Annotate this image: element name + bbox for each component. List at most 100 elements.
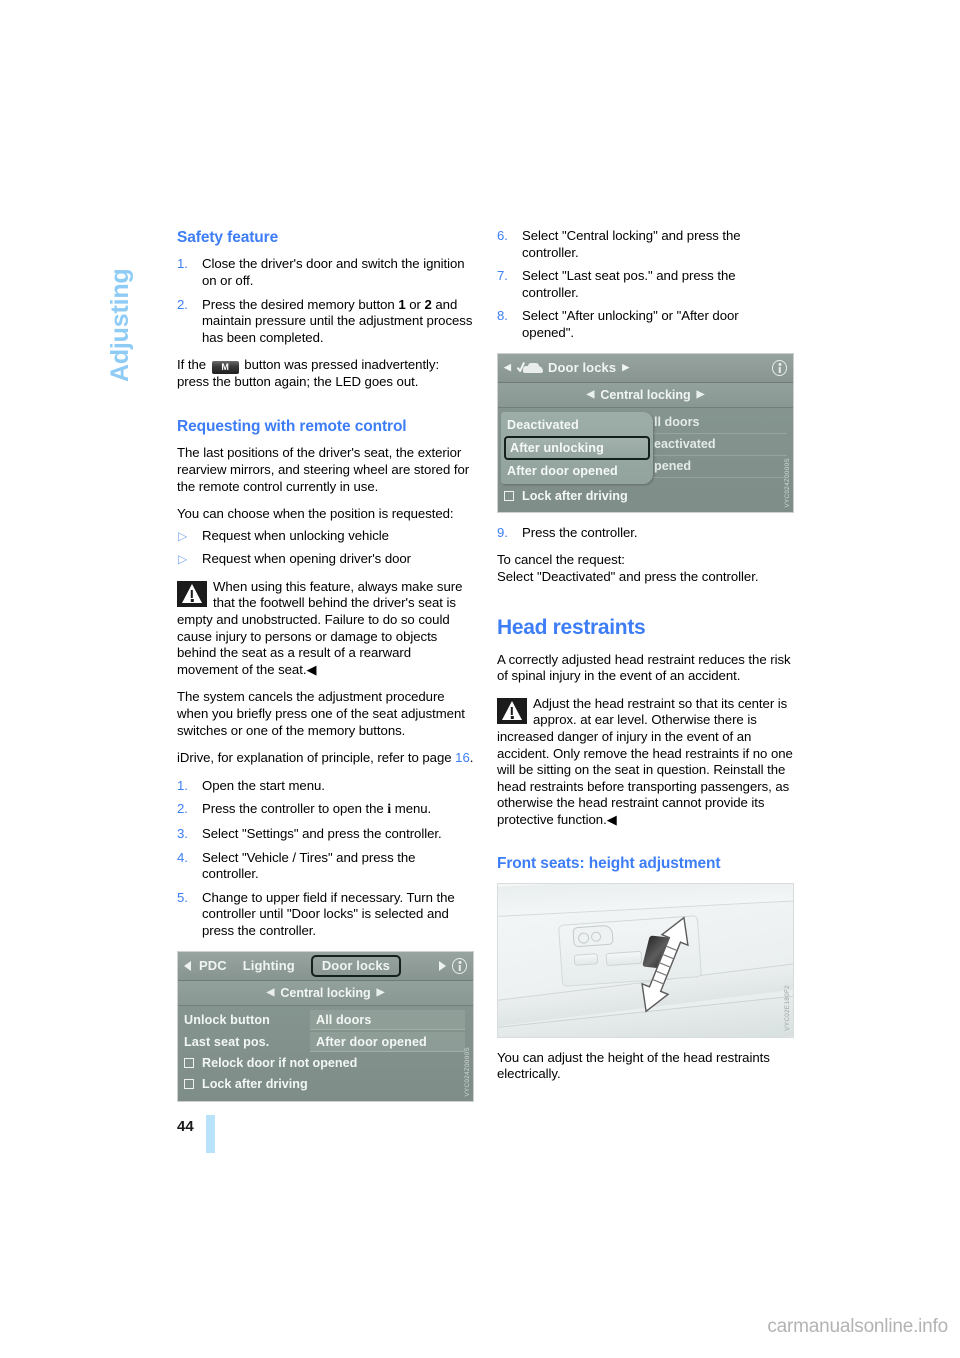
step-number: 5. xyxy=(177,889,188,905)
option-after-unlocking-selected[interactable]: After unlocking xyxy=(504,435,650,460)
cancel-line-1: To cancel the request: xyxy=(497,552,625,568)
chevron-right-icon: ▶ xyxy=(696,389,705,401)
idrive-steps-left: 1. Open the start menu. 2. Press the con… xyxy=(177,778,474,940)
heading-safety-feature: Safety feature xyxy=(177,229,279,246)
page-reference-link[interactable]: 16 xyxy=(455,750,470,765)
list-item: 4. Select "Vehicle / Tires" and press th… xyxy=(177,850,474,883)
seat-switch-right xyxy=(605,950,643,967)
heading-front-seats-height-adjustment: Front seats: height adjustment xyxy=(497,855,721,873)
background-values-column: ll doors eactivated pened xyxy=(650,412,787,478)
checkbox-lock-after-driving[interactable]: Lock after driving xyxy=(178,1074,473,1095)
checkbox-lock-after-driving[interactable]: Lock after driving xyxy=(498,486,793,507)
page-marker-bar xyxy=(206,1115,215,1153)
chevron-right-icon[interactable]: ▶ xyxy=(622,362,629,373)
idrive-steps-right: 6. Select "Central locking" and press th… xyxy=(497,228,794,342)
chevron-left-icon: ◀ xyxy=(586,389,595,401)
checkbox-icon[interactable] xyxy=(504,491,514,502)
checkbox-relock-door[interactable]: Relock door if not opened xyxy=(178,1053,473,1074)
step-text: Change to upper field if necessary. Turn… xyxy=(202,889,455,938)
idrive-screenshot-door-locks: PDC Lighting Door locks ◀ Central lockin… xyxy=(177,950,474,1102)
idrive-ref-text: iDrive, for explanation of principle, re… xyxy=(177,750,452,766)
cancel-request-block: To cancel the request: Select "Deactivat… xyxy=(497,552,794,585)
seat-shape-switch-icon xyxy=(572,924,614,948)
idrive-top-menu-bar: ◀ Door locks ▶ xyxy=(498,353,793,383)
table-row[interactable]: Unlock button All doors xyxy=(178,1009,473,1031)
idrive-submenu-central-locking[interactable]: ◀ Central locking ▶ xyxy=(178,980,473,1006)
cancel-line-2: Select "Deactivated" and press the contr… xyxy=(497,568,759,584)
bullet-text: Request when opening driver's door xyxy=(202,551,412,567)
step-text-after: menu. xyxy=(394,801,432,817)
step-text-before: Press the controller to open the xyxy=(202,801,384,817)
row-label: Last seat pos. xyxy=(184,1034,270,1049)
car-check-icon xyxy=(517,361,544,374)
end-marker: ◀ xyxy=(306,661,317,677)
step-number: 6. xyxy=(497,228,508,243)
step-number: 2. xyxy=(177,801,188,817)
list-item: 8. Select "After unlocking" or "After do… xyxy=(497,308,794,341)
idrive-settings-rows: Unlock button All doors Last seat pos. A… xyxy=(178,1006,473,1101)
step-number: 2. xyxy=(177,296,188,312)
left-column: Safety feature 1. Close the driver's doo… xyxy=(177,228,474,1114)
list-item: 6. Select "Central locking" and press th… xyxy=(497,228,794,261)
chevron-left-icon[interactable]: ◀ xyxy=(504,362,511,373)
checkbox-label: Lock after driving xyxy=(202,1077,308,1092)
chapter-tab-label: Adjusting xyxy=(106,268,134,382)
step-text: Select "Vehicle / Tires" and press the c… xyxy=(202,849,416,882)
checkbox-label: Relock door if not opened xyxy=(202,1056,358,1071)
row-value[interactable]: All doors xyxy=(310,1009,465,1030)
menu-tab-door-locks-selected[interactable]: Door locks xyxy=(310,954,401,977)
head-restraints-intro: A correctly adjusted head restraint redu… xyxy=(497,651,791,684)
idrive-reference: iDrive, for explanation of principle, re… xyxy=(177,750,474,767)
seat-switch-left xyxy=(573,953,599,966)
remote-control-intro: The last positions of the driver's seat,… xyxy=(177,445,470,494)
list-item: 2. Press the controller to open the i me… xyxy=(177,801,474,819)
info-person-icon[interactable] xyxy=(772,359,787,376)
menu-tab-pdc[interactable]: PDC xyxy=(199,958,227,973)
memory-button-note: If the M button was pressed inadvertentl… xyxy=(177,357,474,391)
step-number: 3. xyxy=(177,826,188,841)
step-9-list: 9. Press the controller. xyxy=(497,525,794,542)
step-text: Close the driver's door and switch the i… xyxy=(202,256,465,288)
warning-head-restraint: Adjust the head restraint so that its ce… xyxy=(497,696,794,829)
choose-lead-text: You can choose when the position is requ… xyxy=(177,506,454,522)
step-text: Press the controller. xyxy=(522,524,638,540)
step-number: 7. xyxy=(497,268,508,284)
memory-button-icon: M xyxy=(211,361,239,375)
info-person-icon[interactable] xyxy=(452,957,467,974)
step-number: 8. xyxy=(497,308,508,324)
manual-page: Adjusting Safety feature 1. Close the dr… xyxy=(0,0,960,1358)
triangle-right-icon: ▷ xyxy=(178,552,188,567)
row-value[interactable]: After door opened xyxy=(310,1031,465,1052)
table-row[interactable]: Last seat pos. After door opened xyxy=(178,1031,473,1053)
idrive-submenu-central-locking[interactable]: ◀ Central locking ▶ xyxy=(498,382,793,408)
idrive-display: ◀ Door locks ▶ ◀ Central locking ▶ ll do… xyxy=(498,353,793,512)
idrive-top-menu-bar: PDC Lighting Door locks xyxy=(178,951,473,981)
warning-footwell: When using this feature, always make sur… xyxy=(177,579,474,679)
list-item: 5. Change to upper field if necessary. T… xyxy=(177,890,474,940)
step-text: Select "Last seat pos." and press the co… xyxy=(522,268,736,300)
option-deactivated[interactable]: Deactivated xyxy=(501,414,653,436)
background-value: eactivated xyxy=(650,434,787,456)
list-item: 9. Press the controller. xyxy=(497,525,794,542)
checkbox-icon[interactable] xyxy=(184,1079,194,1090)
step-text: Select "Central locking" and press the c… xyxy=(522,228,741,260)
arrow-left-icon[interactable] xyxy=(184,960,191,971)
cancel-note: The system cancels the adjustment proced… xyxy=(177,689,465,738)
idrive-ref-period: . xyxy=(469,750,474,766)
arrow-right-icon[interactable] xyxy=(439,960,446,971)
checkbox-icon[interactable] xyxy=(184,1058,194,1069)
request-options-list: ▷ Request when unlocking vehicle ▷ Reque… xyxy=(177,528,474,568)
info-menu-icon: i xyxy=(387,802,392,818)
step-text: Select "Settings" and press the controll… xyxy=(202,826,442,841)
menu-title-door-locks: Door locks xyxy=(548,360,617,376)
list-item: 1. Close the driver's door and switch th… xyxy=(177,256,474,289)
list-item: ▷ Request when opening driver's door xyxy=(177,551,474,568)
heading-requesting-remote-control: Requesting with remote control xyxy=(177,417,407,435)
option-after-door-opened[interactable]: After door opened xyxy=(501,460,653,482)
background-value: ll doors xyxy=(650,412,787,434)
right-column: 6. Select "Central locking" and press th… xyxy=(497,228,794,1094)
idrive-screenshot-last-seat-pos: ◀ Door locks ▶ ◀ Central locking ▶ ll do… xyxy=(497,352,794,513)
end-marker: ◀ xyxy=(606,811,617,827)
step-number: 9. xyxy=(497,524,508,540)
menu-tab-lighting[interactable]: Lighting xyxy=(243,958,295,973)
